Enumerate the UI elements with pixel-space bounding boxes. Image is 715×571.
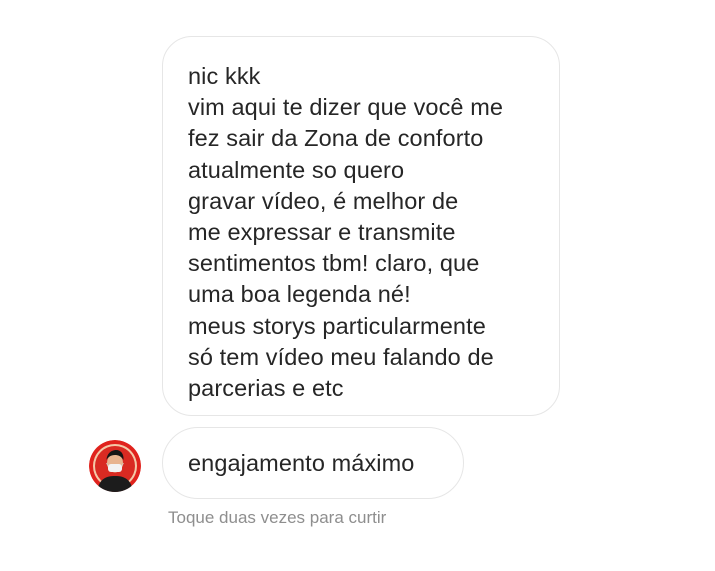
message-bubble[interactable]: engajamento máximo bbox=[162, 427, 464, 499]
message-line: engajamento máximo bbox=[188, 450, 415, 476]
message-line: nic kkk bbox=[188, 63, 261, 89]
message-line: só tem vídeo meu falando de bbox=[188, 343, 494, 370]
message-line: atualmente so quero bbox=[188, 156, 405, 183]
avatar-image bbox=[89, 440, 141, 492]
message-bubble[interactable]: nic kkk vim aqui te dizer que você me fe… bbox=[162, 36, 560, 416]
message-line: parcerias e etc bbox=[188, 375, 344, 402]
message-line: meus storys particularmente bbox=[188, 312, 486, 339]
profile-avatar-icon[interactable] bbox=[89, 440, 141, 492]
message-line: gravar vídeo, é melhor de bbox=[188, 187, 459, 214]
message-line: uma boa legenda né! bbox=[188, 281, 411, 308]
message-line: sentimentos tbm! claro, que bbox=[188, 250, 480, 277]
message-line: me expressar e transmite bbox=[188, 219, 456, 246]
message-line: fez sair da Zona de conforto bbox=[188, 125, 484, 152]
double-tap-like-hint: Toque duas vezes para curtir bbox=[168, 508, 387, 527]
message-line: vim aqui te dizer que você me bbox=[188, 94, 504, 121]
